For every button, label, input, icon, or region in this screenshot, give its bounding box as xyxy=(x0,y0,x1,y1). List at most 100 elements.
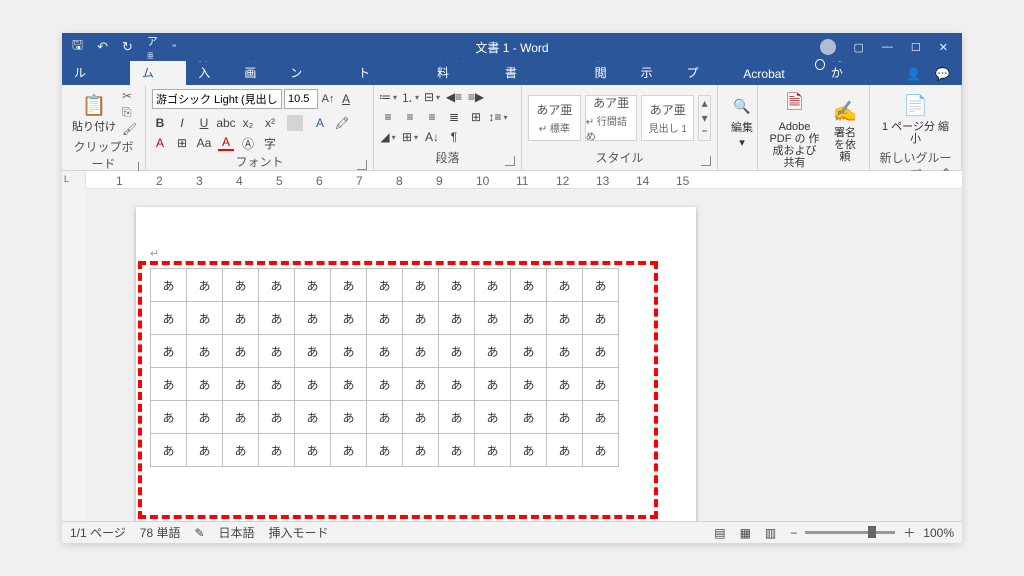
table-cell[interactable]: あ xyxy=(475,368,511,401)
table-cell[interactable]: あ xyxy=(259,434,295,467)
grow-font-icon[interactable]: A↑ xyxy=(320,90,336,108)
table-cell[interactable]: あ xyxy=(547,302,583,335)
touch-mode-icon[interactable]: ア亜 xyxy=(147,33,158,61)
table-cell[interactable]: あ xyxy=(547,368,583,401)
table-cell[interactable]: あ xyxy=(403,302,439,335)
table-cell[interactable]: あ xyxy=(439,269,475,302)
view-print-icon[interactable]: ▦ xyxy=(740,526,751,540)
style-見出し1[interactable]: あア亜見出し 1 xyxy=(641,95,694,141)
zoom-level[interactable]: 100% xyxy=(923,526,954,540)
table-cell[interactable]: あ xyxy=(187,401,223,434)
table-cell[interactable]: あ xyxy=(367,302,403,335)
user-avatar[interactable] xyxy=(820,39,836,55)
show-marks-icon[interactable]: ¶ xyxy=(446,129,462,145)
launcher-icon[interactable] xyxy=(357,160,367,170)
align-right-icon[interactable]: ≡ xyxy=(424,109,440,125)
justify-icon[interactable]: ≣ xyxy=(446,109,462,125)
ribbon-display-icon[interactable]: ▢ xyxy=(854,41,864,54)
tab-Acrobat[interactable]: Acrobat xyxy=(731,63,796,85)
comments-icon[interactable]: 💬 xyxy=(935,67,950,81)
table-cell[interactable]: あ xyxy=(151,434,187,467)
table-cell[interactable]: あ xyxy=(403,335,439,368)
format-painter-icon[interactable]: 🖌 xyxy=(122,122,137,136)
bold-icon[interactable]: B xyxy=(152,115,168,131)
paste-button[interactable]: 📋 貼り付け xyxy=(68,89,120,135)
table-cell[interactable]: あ xyxy=(151,368,187,401)
word-count[interactable]: 78 単語 xyxy=(140,524,181,541)
table-cell[interactable]: あ xyxy=(151,335,187,368)
sort-icon[interactable]: A↓ xyxy=(424,129,440,145)
font-color-icon[interactable]: A xyxy=(218,135,234,151)
numbering-icon[interactable]: ⒈ xyxy=(402,89,418,105)
page-count[interactable]: 1/1 ページ xyxy=(70,524,126,541)
table-cell[interactable]: あ xyxy=(583,434,619,467)
shrink-one-page-button[interactable]: 📄1 ページ分 縮小 xyxy=(876,89,955,147)
table-cell[interactable]: あ xyxy=(187,368,223,401)
table-cell[interactable]: あ xyxy=(187,302,223,335)
table-cell[interactable]: あ xyxy=(439,302,475,335)
multilevel-icon[interactable]: ⊟ xyxy=(424,89,440,105)
undo-icon[interactable]: ↶ xyxy=(97,39,108,55)
view-web-icon[interactable]: ▥ xyxy=(765,526,776,540)
table-cell[interactable]: あ xyxy=(295,335,331,368)
insert-mode[interactable]: 挿入モード xyxy=(269,524,329,541)
table-cell[interactable]: あ xyxy=(583,335,619,368)
table-cell[interactable]: あ xyxy=(151,302,187,335)
superscript-icon[interactable]: x² xyxy=(262,115,278,131)
table-cell[interactable]: あ xyxy=(475,401,511,434)
subscript-icon[interactable]: x₂ xyxy=(240,115,256,131)
table-cell[interactable]: あ xyxy=(583,401,619,434)
table-cell[interactable]: あ xyxy=(331,401,367,434)
share-icon[interactable]: 👤 xyxy=(906,67,921,81)
enclose-icon[interactable]: Ⓐ xyxy=(240,135,256,151)
table-cell[interactable]: あ xyxy=(475,302,511,335)
table-cell[interactable]: あ xyxy=(475,434,511,467)
table-cell[interactable]: あ xyxy=(403,269,439,302)
table-cell[interactable]: あ xyxy=(367,269,403,302)
style-↵標準[interactable]: あア亜↵ 標準 xyxy=(528,95,581,141)
table-cell[interactable]: あ xyxy=(331,335,367,368)
table-cell[interactable]: あ xyxy=(475,335,511,368)
highlight-icon[interactable]: 🖍 xyxy=(334,115,350,131)
table-cell[interactable]: あ xyxy=(439,434,475,467)
table-cell[interactable]: あ xyxy=(187,269,223,302)
minimize-icon[interactable]: — xyxy=(882,41,893,53)
table-cell[interactable]: あ xyxy=(223,335,259,368)
table-cell[interactable]: あ xyxy=(439,401,475,434)
table-cell[interactable]: あ xyxy=(151,269,187,302)
adobe-sign-button[interactable]: ✍署名 を依頼 xyxy=(827,95,863,165)
document-table[interactable]: ああああああああああああああああああああああああああああああああああああああああ… xyxy=(150,268,619,467)
horizontal-ruler[interactable]: L 123456789101112131415 xyxy=(62,171,962,189)
shading-icon[interactable]: ◢ xyxy=(380,129,396,145)
qat-more-icon[interactable]: ⁼ xyxy=(172,42,177,53)
style-↵行間詰め[interactable]: あア亜↵ 行間詰め xyxy=(585,95,638,141)
phonetic-icon[interactable]: A xyxy=(152,135,168,151)
table-cell[interactable]: あ xyxy=(331,269,367,302)
zoom-out-icon[interactable]: − xyxy=(790,526,797,540)
page[interactable]: ↵ ああああああああああああああああああああああああああああああああああああああ… xyxy=(136,207,696,521)
table-cell[interactable]: あ xyxy=(511,269,547,302)
table-cell[interactable]: あ xyxy=(439,335,475,368)
redo-icon[interactable]: ↻ xyxy=(122,39,133,55)
align-left-icon[interactable]: ≡ xyxy=(380,109,396,125)
table-cell[interactable]: あ xyxy=(259,335,295,368)
align-center-icon[interactable]: ≡ xyxy=(402,109,418,125)
strike-icon[interactable]: abc xyxy=(218,115,234,131)
char-shading-icon[interactable]: 字 xyxy=(262,135,278,151)
close-icon[interactable]: ✕ xyxy=(939,41,948,54)
table-cell[interactable]: あ xyxy=(475,269,511,302)
table-cell[interactable]: あ xyxy=(295,434,331,467)
table-cell[interactable]: あ xyxy=(511,302,547,335)
table-cell[interactable]: あ xyxy=(331,368,367,401)
zoom-slider[interactable] xyxy=(805,531,895,534)
table-cell[interactable]: あ xyxy=(583,302,619,335)
table-cell[interactable]: あ xyxy=(367,335,403,368)
distributed-icon[interactable]: ⊞ xyxy=(468,109,484,125)
table-cell[interactable]: あ xyxy=(583,368,619,401)
aa-case-icon[interactable]: A xyxy=(338,90,354,108)
save-icon[interactable]: 🖫 xyxy=(72,36,83,58)
table-cell[interactable]: あ xyxy=(223,368,259,401)
table-cell[interactable]: あ xyxy=(223,401,259,434)
case-icon[interactable]: Aa xyxy=(196,135,212,151)
vertical-ruler[interactable] xyxy=(62,189,86,521)
